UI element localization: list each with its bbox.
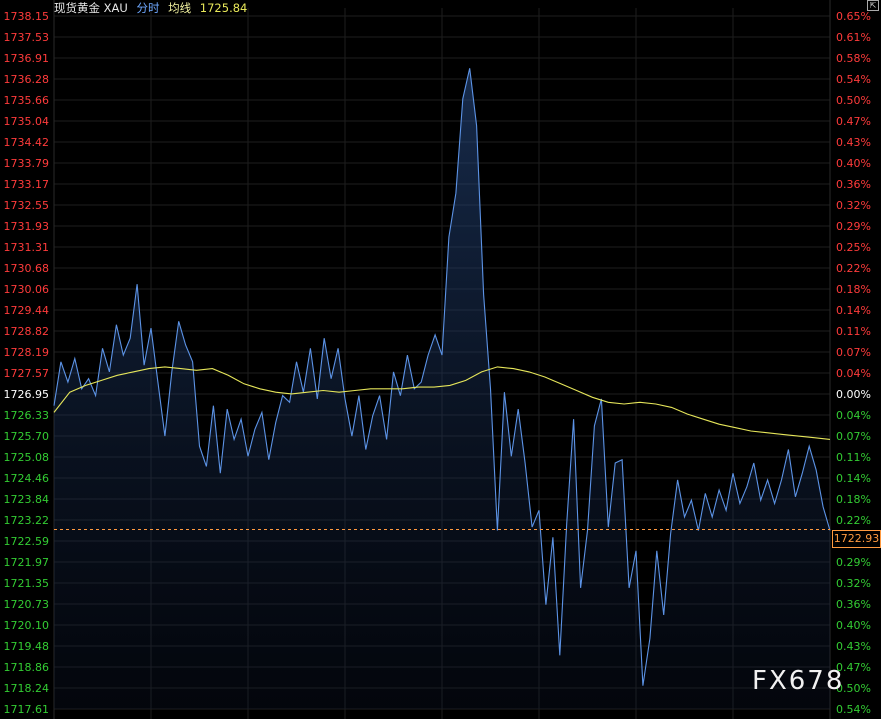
pct-tick-label: 0.50% (836, 94, 871, 107)
pct-tick-label: 0.22% (836, 262, 871, 275)
pct-tick-label: 0.14% (836, 304, 871, 317)
avg-value: 1725.84 (199, 1, 248, 15)
pct-tick-label: 0.07% (836, 430, 871, 443)
pct-tick-label: 0.29% (836, 556, 871, 569)
y-tick-label: 1732.55 (4, 199, 50, 212)
pct-tick-label: 0.32% (836, 577, 871, 590)
y-tick-label: 1721.97 (4, 556, 50, 569)
symbol-label: 现货黄金 XAU (54, 1, 128, 15)
y-tick-label: 1720.10 (4, 619, 50, 632)
pct-tick-label: 0.36% (836, 598, 871, 611)
pct-tick-label: 0.40% (836, 157, 871, 170)
y-tick-label: 1726.33 (4, 409, 50, 422)
pct-tick-label: 0.47% (836, 115, 871, 128)
pct-tick-label: 0.00% (836, 388, 871, 401)
y-tick-label: 1730.68 (4, 262, 50, 275)
pct-tick-label: 0.18% (836, 493, 871, 506)
pct-tick-label: 0.32% (836, 199, 871, 212)
y-tick-label: 1727.57 (4, 367, 50, 380)
y-tick-label: 1733.17 (4, 178, 50, 191)
pct-tick-label: 0.43% (836, 640, 871, 653)
pct-tick-label: 0.11% (836, 325, 871, 338)
y-tick-label: 1729.44 (4, 304, 50, 317)
avg-label: 均线 (168, 1, 192, 15)
y-tick-label: 1728.19 (4, 346, 50, 359)
pct-tick-label: 0.04% (836, 367, 871, 380)
y-tick-label: 1723.22 (4, 514, 50, 527)
y-tick-label: 1730.06 (4, 283, 50, 296)
pct-tick-label: 0.43% (836, 136, 871, 149)
y-tick-label: 1725.70 (4, 430, 50, 443)
y-tick-label: 1724.46 (4, 472, 50, 485)
y-tick-label: 1734.42 (4, 136, 50, 149)
y-tick-label: 1722.59 (4, 535, 50, 548)
pct-tick-label: 0.40% (836, 619, 871, 632)
y-tick-label: 1737.53 (4, 31, 50, 44)
pct-tick-label: 0.29% (836, 220, 871, 233)
pct-tick-label: 0.22% (836, 514, 871, 527)
y-tick-label: 1718.24 (4, 682, 50, 695)
pct-tick-label: 0.11% (836, 451, 871, 464)
pct-tick-label: 0.14% (836, 472, 871, 485)
y-tick-label: 1733.79 (4, 157, 50, 170)
y-tick-label: 1723.84 (4, 493, 50, 506)
y-tick-label: 1725.08 (4, 451, 50, 464)
mode-label[interactable]: 分时 (136, 1, 159, 15)
y-tick-label: 1719.48 (4, 640, 50, 653)
y-tick-label: 1726.95 (4, 388, 50, 401)
pct-tick-label: 0.25% (836, 241, 871, 254)
y-tick-label: 1720.73 (4, 598, 50, 611)
y-tick-label: 1731.31 (4, 241, 50, 254)
chart-header: 现货黄金 XAU 分时 均线 1725.84 (54, 0, 252, 16)
chart-canvas: 1738.15 1737.53 1736.91 1736.28 1735.66 1735.… (0, 0, 881, 719)
y-tick-label: 1736.91 (4, 52, 50, 65)
y-tick-label: 1736.28 (4, 73, 50, 86)
watermark-logo: FX678 (752, 666, 845, 696)
y-tick-label: 1731.93 (4, 220, 50, 233)
y-tick-label: 1738.15 (4, 10, 50, 23)
y-tick-label: 1735.04 (4, 115, 50, 128)
current-price-tag: 1722.93 (832, 530, 881, 548)
y-tick-label: 1728.82 (4, 325, 50, 338)
pct-tick-label: 0.04% (836, 409, 871, 422)
y-tick-label: 1718.86 (4, 661, 50, 674)
y-tick-label: 1717.61 (4, 703, 50, 716)
pct-tick-label: 0.36% (836, 178, 871, 191)
expand-icon[interactable]: ⇱ (867, 0, 879, 11)
pct-tick-label: 0.54% (836, 703, 871, 716)
y-tick-label: 1721.35 (4, 577, 50, 590)
pct-tick-label: 0.61% (836, 31, 871, 44)
pct-tick-label: 0.07% (836, 346, 871, 359)
pct-tick-label: 0.54% (836, 73, 871, 86)
y-tick-label: 1735.66 (4, 94, 50, 107)
pct-tick-label: 0.58% (836, 52, 871, 65)
pct-tick-label: 0.65% (836, 10, 871, 23)
pct-tick-label: 0.18% (836, 283, 871, 296)
